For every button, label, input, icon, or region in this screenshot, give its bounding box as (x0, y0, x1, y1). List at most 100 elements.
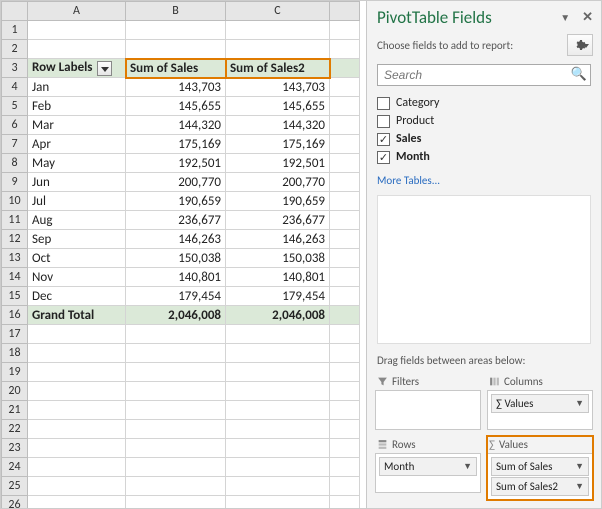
pivot-value[interactable]: 200,770 (226, 173, 330, 192)
pivot-value[interactable]: 144,320 (226, 116, 330, 135)
pivot-value[interactable]: 175,169 (126, 135, 226, 154)
pivot-value[interactable]: 143,703 (126, 78, 226, 97)
chevron-down-icon[interactable]: ▼ (463, 461, 472, 472)
pivot-value[interactable]: 190,659 (226, 192, 330, 211)
chevron-down-icon[interactable]: ▼ (575, 461, 584, 472)
pivot-value[interactable]: 145,655 (226, 97, 330, 116)
grand-total-label[interactable]: Grand Total (28, 306, 126, 325)
checkbox-icon[interactable] (377, 133, 390, 146)
field-month[interactable]: Month (377, 148, 591, 166)
row-header[interactable]: 1 (2, 21, 28, 40)
grand-total-v2[interactable]: 2,046,008 (226, 306, 330, 325)
search-icon[interactable]: 🔍 (571, 67, 587, 82)
row-header[interactable]: 8 (2, 154, 28, 173)
checkbox-icon[interactable] (377, 97, 390, 110)
pivot-row-label[interactable]: Apr (28, 135, 126, 154)
select-all-cell[interactable] (2, 2, 28, 21)
checkbox-icon[interactable] (377, 115, 390, 128)
row-header[interactable]: 3 (2, 59, 28, 78)
values-dropzone[interactable]: Sum of Sales▼Sum of Sales2▼ (487, 453, 593, 500)
row-header[interactable]: 16 (2, 306, 28, 325)
pivot-col-header-1[interactable]: Sum of Sales (126, 59, 226, 78)
pivot-value[interactable]: 236,677 (226, 211, 330, 230)
rows-dropzone[interactable]: Month▼ (375, 453, 481, 493)
row-header[interactable]: 20 (2, 382, 28, 401)
pivot-row-label[interactable]: Nov (28, 268, 126, 287)
pivot-value[interactable]: 200,770 (126, 173, 226, 192)
row-labels-dropdown-icon[interactable] (97, 61, 112, 76)
row-header[interactable]: 26 (2, 496, 28, 509)
pivot-row-label[interactable]: May (28, 154, 126, 173)
pivot-value[interactable]: 140,801 (126, 268, 226, 287)
field-category[interactable]: Category (377, 94, 591, 112)
row-header[interactable]: 5 (2, 97, 28, 116)
row-header[interactable]: 23 (2, 439, 28, 458)
filters-dropzone[interactable] (375, 390, 481, 430)
pivot-value[interactable]: 140,801 (226, 268, 330, 287)
row-header[interactable]: 10 (2, 192, 28, 211)
spreadsheet-area[interactable]: A B C 1 2 3 Row Labels Sum of Sales Sum … (1, 1, 366, 508)
pivot-row-label[interactable]: Jun (28, 173, 126, 192)
row-header[interactable]: 2 (2, 40, 28, 59)
values-chip[interactable]: Sum of Sales2▼ (491, 477, 589, 496)
row-header[interactable]: 17 (2, 325, 28, 344)
pivot-value[interactable]: 192,501 (126, 154, 226, 173)
col-header-A[interactable]: A (28, 2, 126, 21)
row-header[interactable]: 24 (2, 458, 28, 477)
close-icon[interactable]: ✕ (582, 10, 593, 25)
row-header[interactable]: 9 (2, 173, 28, 192)
pivot-value[interactable]: 190,659 (126, 192, 226, 211)
row-header[interactable]: 25 (2, 477, 28, 496)
row-header[interactable]: 21 (2, 401, 28, 420)
values-chip[interactable]: Sum of Sales▼ (491, 457, 589, 476)
col-header-empty[interactable] (330, 2, 360, 21)
checkbox-icon[interactable] (377, 151, 390, 164)
chevron-down-icon[interactable]: ▼ (575, 481, 584, 492)
pivot-value[interactable]: 179,454 (226, 287, 330, 306)
field-sales[interactable]: Sales (377, 130, 591, 148)
pivot-row-labels-header[interactable]: Row Labels (28, 59, 126, 78)
row-header[interactable]: 7 (2, 135, 28, 154)
more-tables-link[interactable]: More Tables... (367, 170, 601, 195)
pivot-value[interactable]: 145,655 (126, 97, 226, 116)
pivot-value[interactable]: 143,703 (226, 78, 330, 97)
pivot-col-header-2[interactable]: Sum of Sales2 (226, 59, 330, 78)
columns-chip[interactable]: ∑ Values▼ (491, 394, 589, 413)
row-header[interactable]: 19 (2, 363, 28, 382)
row-header[interactable]: 12 (2, 230, 28, 249)
pane-menu-icon[interactable]: ▼ (560, 11, 570, 24)
gear-icon[interactable] (567, 34, 593, 56)
pivot-row-label[interactable]: Oct (28, 249, 126, 268)
row-header[interactable]: 15 (2, 287, 28, 306)
pivot-row-label[interactable]: Mar (28, 116, 126, 135)
row-header[interactable]: 18 (2, 344, 28, 363)
pivot-value[interactable]: 144,320 (126, 116, 226, 135)
pivot-row-label[interactable]: Aug (28, 211, 126, 230)
columns-dropzone[interactable]: ∑ Values▼ (487, 390, 593, 430)
pivot-value[interactable]: 179,454 (126, 287, 226, 306)
row-header[interactable]: 4 (2, 78, 28, 97)
pivot-value[interactable]: 146,263 (126, 230, 226, 249)
rows-chip[interactable]: Month▼ (379, 457, 477, 476)
row-header[interactable]: 13 (2, 249, 28, 268)
field-list-empty-area[interactable] (377, 195, 591, 344)
row-header[interactable]: 11 (2, 211, 28, 230)
pivot-row-label[interactable]: Sep (28, 230, 126, 249)
col-header-C[interactable]: C (226, 2, 330, 21)
pivot-row-label[interactable]: Jul (28, 192, 126, 211)
pivot-value[interactable]: 192,501 (226, 154, 330, 173)
pivot-value[interactable]: 150,038 (126, 249, 226, 268)
row-header[interactable]: 14 (2, 268, 28, 287)
row-header[interactable]: 22 (2, 420, 28, 439)
pivot-row-label[interactable]: Jan (28, 78, 126, 97)
pivot-value[interactable]: 150,038 (226, 249, 330, 268)
pivot-value[interactable]: 236,677 (126, 211, 226, 230)
search-input[interactable] (377, 64, 591, 86)
pivot-row-label[interactable]: Feb (28, 97, 126, 116)
chevron-down-icon[interactable]: ▼ (575, 398, 584, 409)
pivot-row-label[interactable]: Dec (28, 287, 126, 306)
grand-total-v1[interactable]: 2,046,008 (126, 306, 226, 325)
row-header[interactable]: 6 (2, 116, 28, 135)
pivot-value[interactable]: 175,169 (226, 135, 330, 154)
pivot-value[interactable]: 146,263 (226, 230, 330, 249)
